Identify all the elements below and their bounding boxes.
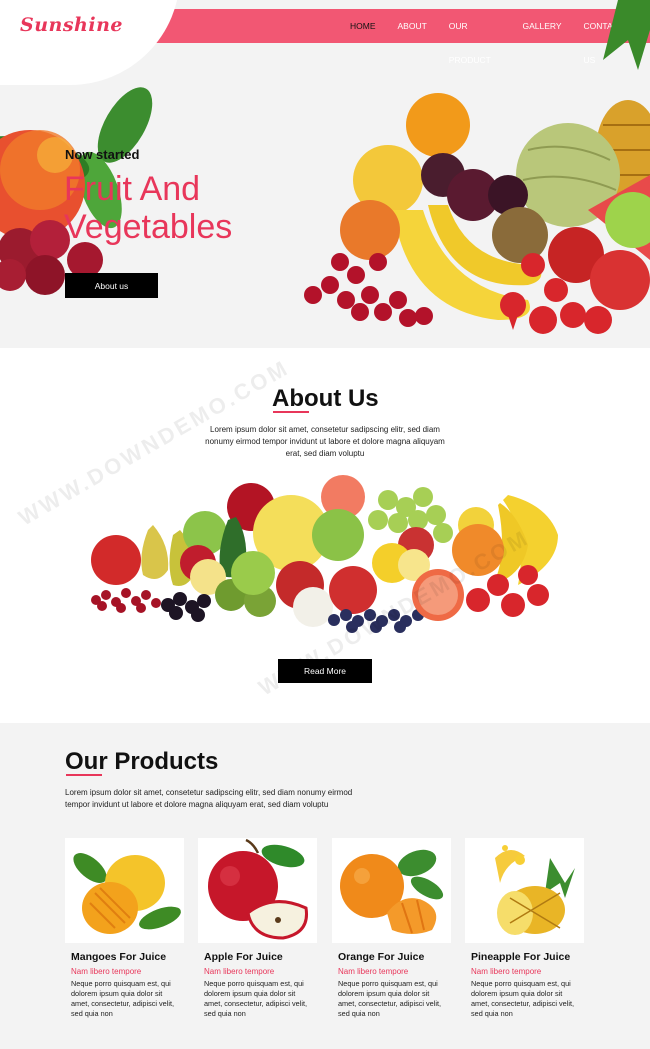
product-card[interactable]: Pineapple For Juice Nam libero tempore N… bbox=[465, 838, 584, 1019]
product-name: Apple For Juice bbox=[204, 951, 283, 963]
hero-section: HOME ABOUT OUR PRODUCT GALLERY CONTACT U… bbox=[0, 0, 650, 348]
products-title-underline bbox=[66, 774, 102, 776]
product-description: Neque porro quisquam est, qui dolorem ip… bbox=[204, 979, 308, 1018]
product-image bbox=[198, 838, 317, 943]
about-title-underline bbox=[273, 411, 309, 413]
product-image bbox=[332, 838, 451, 943]
about-text: Lorem ipsum dolor sit amet, consetetur s… bbox=[205, 425, 445, 458]
hero-title-line-1: Fruit And bbox=[64, 170, 201, 208]
product-description: Neque porro quisquam est, qui dolorem ip… bbox=[71, 979, 175, 1018]
page: HOME ABOUT OUR PRODUCT GALLERY CONTACT U… bbox=[0, 0, 650, 1049]
hero-title: Fruit And Vegetables bbox=[64, 170, 232, 246]
product-subtitle: Nam libero tempore bbox=[471, 967, 542, 976]
product-subtitle: Nam libero tempore bbox=[204, 967, 275, 976]
hero-title-line-2: Vegetables bbox=[64, 208, 233, 246]
products-title: Our Products bbox=[65, 748, 219, 775]
product-name: Pineapple For Juice bbox=[471, 951, 571, 963]
product-card[interactable]: Mangoes For Juice Nam libero tempore Neq… bbox=[65, 838, 184, 1019]
product-image bbox=[65, 838, 184, 943]
hero-kicker: Now started bbox=[65, 147, 140, 162]
brand-logo[interactable]: Sunshine bbox=[20, 14, 123, 36]
pineapple-icon bbox=[495, 845, 575, 935]
products-text: Lorem ipsum dolor sit amet, consetetur s… bbox=[65, 788, 353, 809]
product-subtitle: Nam libero tempore bbox=[338, 967, 409, 976]
product-card[interactable]: Apple For Juice Nam libero tempore Neque… bbox=[198, 838, 317, 1019]
about-title: About Us bbox=[272, 385, 379, 412]
product-subtitle: Nam libero tempore bbox=[71, 967, 142, 976]
apple-icon bbox=[208, 838, 309, 940]
product-description: Neque porro quisquam est, qui dolorem ip… bbox=[471, 979, 575, 1018]
product-name: Orange For Juice bbox=[338, 951, 425, 963]
product-description: Neque porro quisquam est, qui dolorem ip… bbox=[338, 979, 442, 1018]
product-name: Mangoes For Juice bbox=[71, 951, 167, 963]
mango-icon bbox=[73, 853, 181, 934]
about-us-button[interactable]: About us bbox=[65, 273, 158, 298]
hero-fruit-basket-image bbox=[304, 0, 650, 334]
about-fruit-assortment-image bbox=[91, 475, 558, 633]
product-card[interactable]: Orange For Juice Nam libero tempore Nequ… bbox=[332, 838, 451, 1019]
product-image bbox=[465, 838, 584, 943]
orange-icon bbox=[340, 849, 444, 934]
read-more-button[interactable]: Read More bbox=[278, 659, 372, 683]
